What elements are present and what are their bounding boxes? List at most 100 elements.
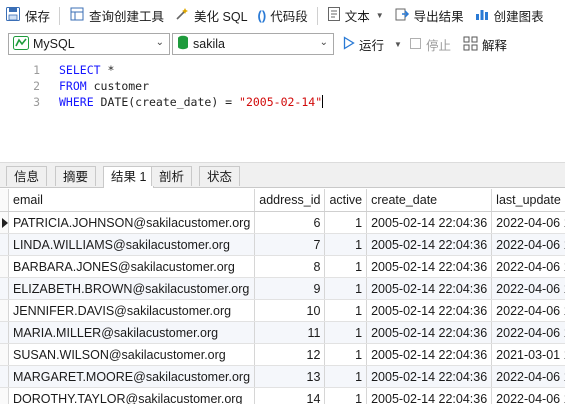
cell-create-date[interactable]: 2005-02-14 22:04:36 — [366, 365, 493, 388]
sql-keyword: FROM — [59, 79, 87, 93]
run-label: 运行 — [359, 39, 385, 53]
table-row[interactable]: MARIA.MILLER@sakilacustomer.org 11 1 200… — [0, 321, 565, 344]
explain-label: 解释 — [482, 39, 508, 53]
cell-last-update[interactable]: 2022-04-06 16:40:28 — [491, 321, 565, 344]
query-builder-button[interactable]: 查询创建工具 — [64, 0, 169, 31]
table-row[interactable]: DOROTHY.TAYLOR@sakilacustomer.org 14 1 2… — [0, 387, 565, 404]
create-chart-button[interactable]: 创建图表 — [469, 0, 549, 31]
table-row[interactable]: BARBARA.JONES@sakilacustomer.org 8 1 200… — [0, 255, 565, 278]
explain-button[interactable]: 解释 — [458, 31, 512, 58]
chevron-down-icon[interactable]: ⌄ — [156, 37, 164, 48]
cell-active[interactable]: 1 — [324, 277, 368, 300]
cell-address-id[interactable]: 11 — [254, 321, 326, 344]
save-label: 保存 — [25, 10, 51, 24]
beautify-sql-button[interactable]: 美化 SQL — [169, 0, 253, 31]
sql-keyword: SELECT — [59, 63, 101, 77]
cell-active[interactable]: 1 — [324, 233, 368, 256]
cell-create-date[interactable]: 2005-02-14 22:04:36 — [366, 387, 493, 404]
save-button[interactable]: 保存 — [0, 0, 55, 31]
cell-email[interactable]: PATRICIA.JOHNSON@sakilacustomer.org — [8, 211, 256, 234]
connection-select[interactable]: MySQL ⌄ — [8, 33, 170, 55]
cell-last-update[interactable]: 2022-04-06 16:40:24 — [491, 387, 565, 404]
run-button[interactable]: 运行 ▼ — [338, 31, 407, 58]
cell-email[interactable]: BARBARA.JONES@sakilacustomer.org — [8, 255, 256, 278]
chevron-down-icon[interactable]: ▼ — [376, 11, 384, 20]
cell-active[interactable]: 1 — [324, 299, 368, 322]
cell-email[interactable]: DOROTHY.TAYLOR@sakilacustomer.org — [8, 387, 256, 404]
cell-create-date[interactable]: 2005-02-14 22:04:36 — [366, 233, 493, 256]
cell-create-date[interactable]: 2005-02-14 22:04:36 — [366, 277, 493, 300]
cell-create-date[interactable]: 2005-02-14 22:04:36 — [366, 321, 493, 344]
stop-button[interactable]: 停止 — [404, 31, 456, 58]
column-header[interactable]: active — [324, 189, 368, 212]
tab-summary[interactable]: 摘要 — [55, 166, 97, 186]
tab-info[interactable]: 信息 — [6, 166, 48, 186]
table-row[interactable]: MARGARET.MOORE@sakilacustomer.org 13 1 2… — [0, 365, 565, 388]
cell-address-id[interactable]: 8 — [254, 255, 326, 278]
cell-address-id[interactable]: 7 — [254, 233, 326, 256]
cell-active[interactable]: 1 — [324, 343, 368, 366]
column-header[interactable]: address_id — [254, 189, 326, 212]
column-header[interactable]: email — [8, 189, 256, 212]
row-indicator — [0, 365, 9, 388]
cell-email[interactable]: MARGARET.MOORE@sakilacustomer.org — [8, 365, 256, 388]
row-indicator — [0, 211, 9, 234]
chevron-down-icon[interactable]: ⌄ — [320, 37, 328, 48]
cell-last-update[interactable]: 2022-04-06 16:40:25 — [491, 365, 565, 388]
sql-text: customer — [86, 79, 150, 93]
chart-icon — [474, 6, 490, 25]
cell-email[interactable]: ELIZABETH.BROWN@sakilacustomer.org — [8, 277, 256, 300]
code-snippet-icon: () — [257, 8, 267, 23]
column-header[interactable]: create_date — [366, 189, 493, 212]
cell-address-id[interactable]: 10 — [254, 299, 326, 322]
column-header[interactable]: last_update — [491, 189, 565, 212]
cell-last-update[interactable]: 2022-04-06 16:40:27 — [491, 277, 565, 300]
code-snippet-button[interactable]: () 代码段 — [253, 0, 313, 31]
export-results-button[interactable]: 导出结果 — [389, 0, 469, 31]
cell-last-update[interactable]: 2022-04-06 16:40:26 — [491, 211, 565, 234]
cell-active[interactable]: 1 — [324, 365, 368, 388]
cell-address-id[interactable]: 13 — [254, 365, 326, 388]
tab-result-1[interactable]: 结果 1 — [103, 166, 155, 188]
cell-address-id[interactable]: 9 — [254, 277, 326, 300]
row-indicator — [0, 343, 9, 366]
sql-editor[interactable]: 1 2 3 SELECT * FROM customer WHERE DATE(… — [0, 58, 565, 162]
export-results-label: 导出结果 — [413, 10, 464, 24]
table-row[interactable]: JENNIFER.DAVIS@sakilacustomer.org 10 1 2… — [0, 299, 565, 322]
cell-email[interactable]: SUSAN.WILSON@sakilacustomer.org — [8, 343, 256, 366]
tab-profile[interactable]: 剖析 — [151, 166, 193, 186]
toolbar-divider — [59, 6, 61, 25]
cell-email[interactable]: JENNIFER.DAVIS@sakilacustomer.org — [8, 299, 256, 322]
sql-string: "2005-02-14" — [239, 95, 323, 109]
chevron-down-icon[interactable]: ▼ — [394, 40, 402, 49]
cell-email[interactable]: LINDA.WILLIAMS@sakilacustomer.org — [8, 233, 256, 256]
tab-status[interactable]: 状态 — [199, 166, 241, 186]
connection-value: MySQL — [33, 37, 75, 51]
row-indicator — [0, 387, 9, 404]
cell-create-date[interactable]: 2005-02-14 22:04:36 — [366, 299, 493, 322]
database-select[interactable]: sakila ⌄ — [172, 33, 334, 55]
cell-address-id[interactable]: 12 — [254, 343, 326, 366]
cell-active[interactable]: 1 — [324, 321, 368, 344]
cell-create-date[interactable]: 2005-02-14 22:04:36 — [366, 343, 493, 366]
cell-last-update[interactable]: 2021-03-01 11:13:22 — [491, 343, 565, 366]
result-grid[interactable]: email address_id active create_date last… — [0, 189, 565, 404]
row-indicator — [0, 255, 9, 278]
cell-last-update[interactable]: 2022-04-06 16:40:27 — [491, 255, 565, 278]
cell-active[interactable]: 1 — [324, 387, 368, 404]
table-row[interactable]: LINDA.WILLIAMS@sakilacustomer.org 7 1 20… — [0, 233, 565, 256]
table-row[interactable]: ELIZABETH.BROWN@sakilacustomer.org 9 1 2… — [0, 277, 565, 300]
cell-address-id[interactable]: 14 — [254, 387, 326, 404]
text-button[interactable]: 文本 ▼ — [322, 0, 389, 31]
cell-last-update[interactable]: 2022-04-06 16:40:27 — [491, 299, 565, 322]
cell-active[interactable]: 1 — [324, 255, 368, 278]
cell-create-date[interactable]: 2005-02-14 22:04:36 — [366, 211, 493, 234]
cell-last-update[interactable]: 2022-04-06 16:40:26 — [491, 233, 565, 256]
cell-active[interactable]: 1 — [324, 211, 368, 234]
cell-create-date[interactable]: 2005-02-14 22:04:36 — [366, 255, 493, 278]
cell-address-id[interactable]: 6 — [254, 211, 326, 234]
cell-email[interactable]: MARIA.MILLER@sakilacustomer.org — [8, 321, 256, 344]
table-row[interactable]: PATRICIA.JOHNSON@sakilacustomer.org 6 1 … — [0, 211, 565, 234]
sql-text: * — [100, 63, 115, 77]
table-row[interactable]: SUSAN.WILSON@sakilacustomer.org 12 1 200… — [0, 343, 565, 366]
